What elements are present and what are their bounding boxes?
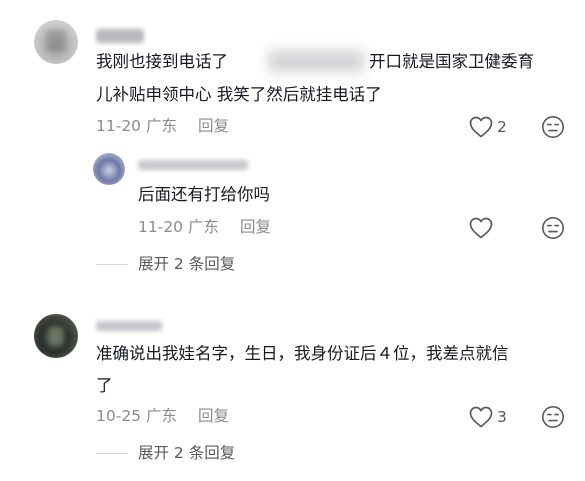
comment-meta: 10-25 广东 回复 bbox=[96, 405, 229, 427]
comment-text-line: 准确说出我娃名字，生日，我身份证后４位，我差点就信 bbox=[96, 344, 509, 363]
comment-date: 11-20 bbox=[96, 117, 142, 135]
meh-face-icon[interactable] bbox=[541, 216, 565, 240]
comment-date: 11-20 bbox=[138, 218, 184, 236]
avatar[interactable] bbox=[93, 153, 125, 185]
comment-text-line: 开口就是国家卫健委育 bbox=[369, 52, 534, 71]
expand-replies-button[interactable]: 展开 2 条回复 bbox=[138, 253, 235, 275]
reply-button[interactable]: 回复 bbox=[198, 407, 229, 425]
like-count: 3 bbox=[497, 408, 507, 426]
expand-divider bbox=[96, 453, 128, 454]
username-blurred[interactable] bbox=[138, 160, 248, 170]
comment-location: 广东 bbox=[145, 407, 177, 425]
comment-meta: 11-20 广东 回复 bbox=[96, 115, 229, 137]
expand-divider bbox=[96, 264, 128, 265]
comment-text-line: 我刚也接到电话了 bbox=[96, 52, 228, 71]
expand-replies-button[interactable]: 展开 2 条回复 bbox=[138, 442, 235, 464]
redacted-text bbox=[268, 50, 364, 72]
avatar[interactable] bbox=[34, 20, 78, 64]
comment-location: 广东 bbox=[145, 117, 177, 135]
username-blurred[interactable] bbox=[96, 321, 162, 331]
reply-button[interactable]: 回复 bbox=[198, 117, 229, 135]
meh-face-icon[interactable] bbox=[541, 115, 565, 139]
comment-text-line: 儿补贴申领中心 我笑了然后就挂电话了 bbox=[96, 85, 382, 104]
heart-outline-icon[interactable] bbox=[469, 406, 493, 428]
comment-location: 广东 bbox=[187, 218, 219, 236]
comment-date: 10-25 bbox=[96, 407, 142, 425]
heart-outline-icon[interactable] bbox=[469, 217, 493, 239]
comment-meta: 11-20 广东 回复 bbox=[138, 216, 271, 238]
username-blurred[interactable] bbox=[96, 29, 144, 43]
reply-button[interactable]: 回复 bbox=[240, 218, 271, 236]
reply-text: 后面还有打给你吗 bbox=[138, 185, 270, 204]
comment-text-line: 了 bbox=[96, 376, 113, 395]
avatar[interactable] bbox=[34, 314, 78, 358]
like-count: 2 bbox=[497, 118, 507, 136]
heart-outline-icon[interactable] bbox=[469, 116, 493, 138]
meh-face-icon[interactable] bbox=[541, 405, 565, 429]
